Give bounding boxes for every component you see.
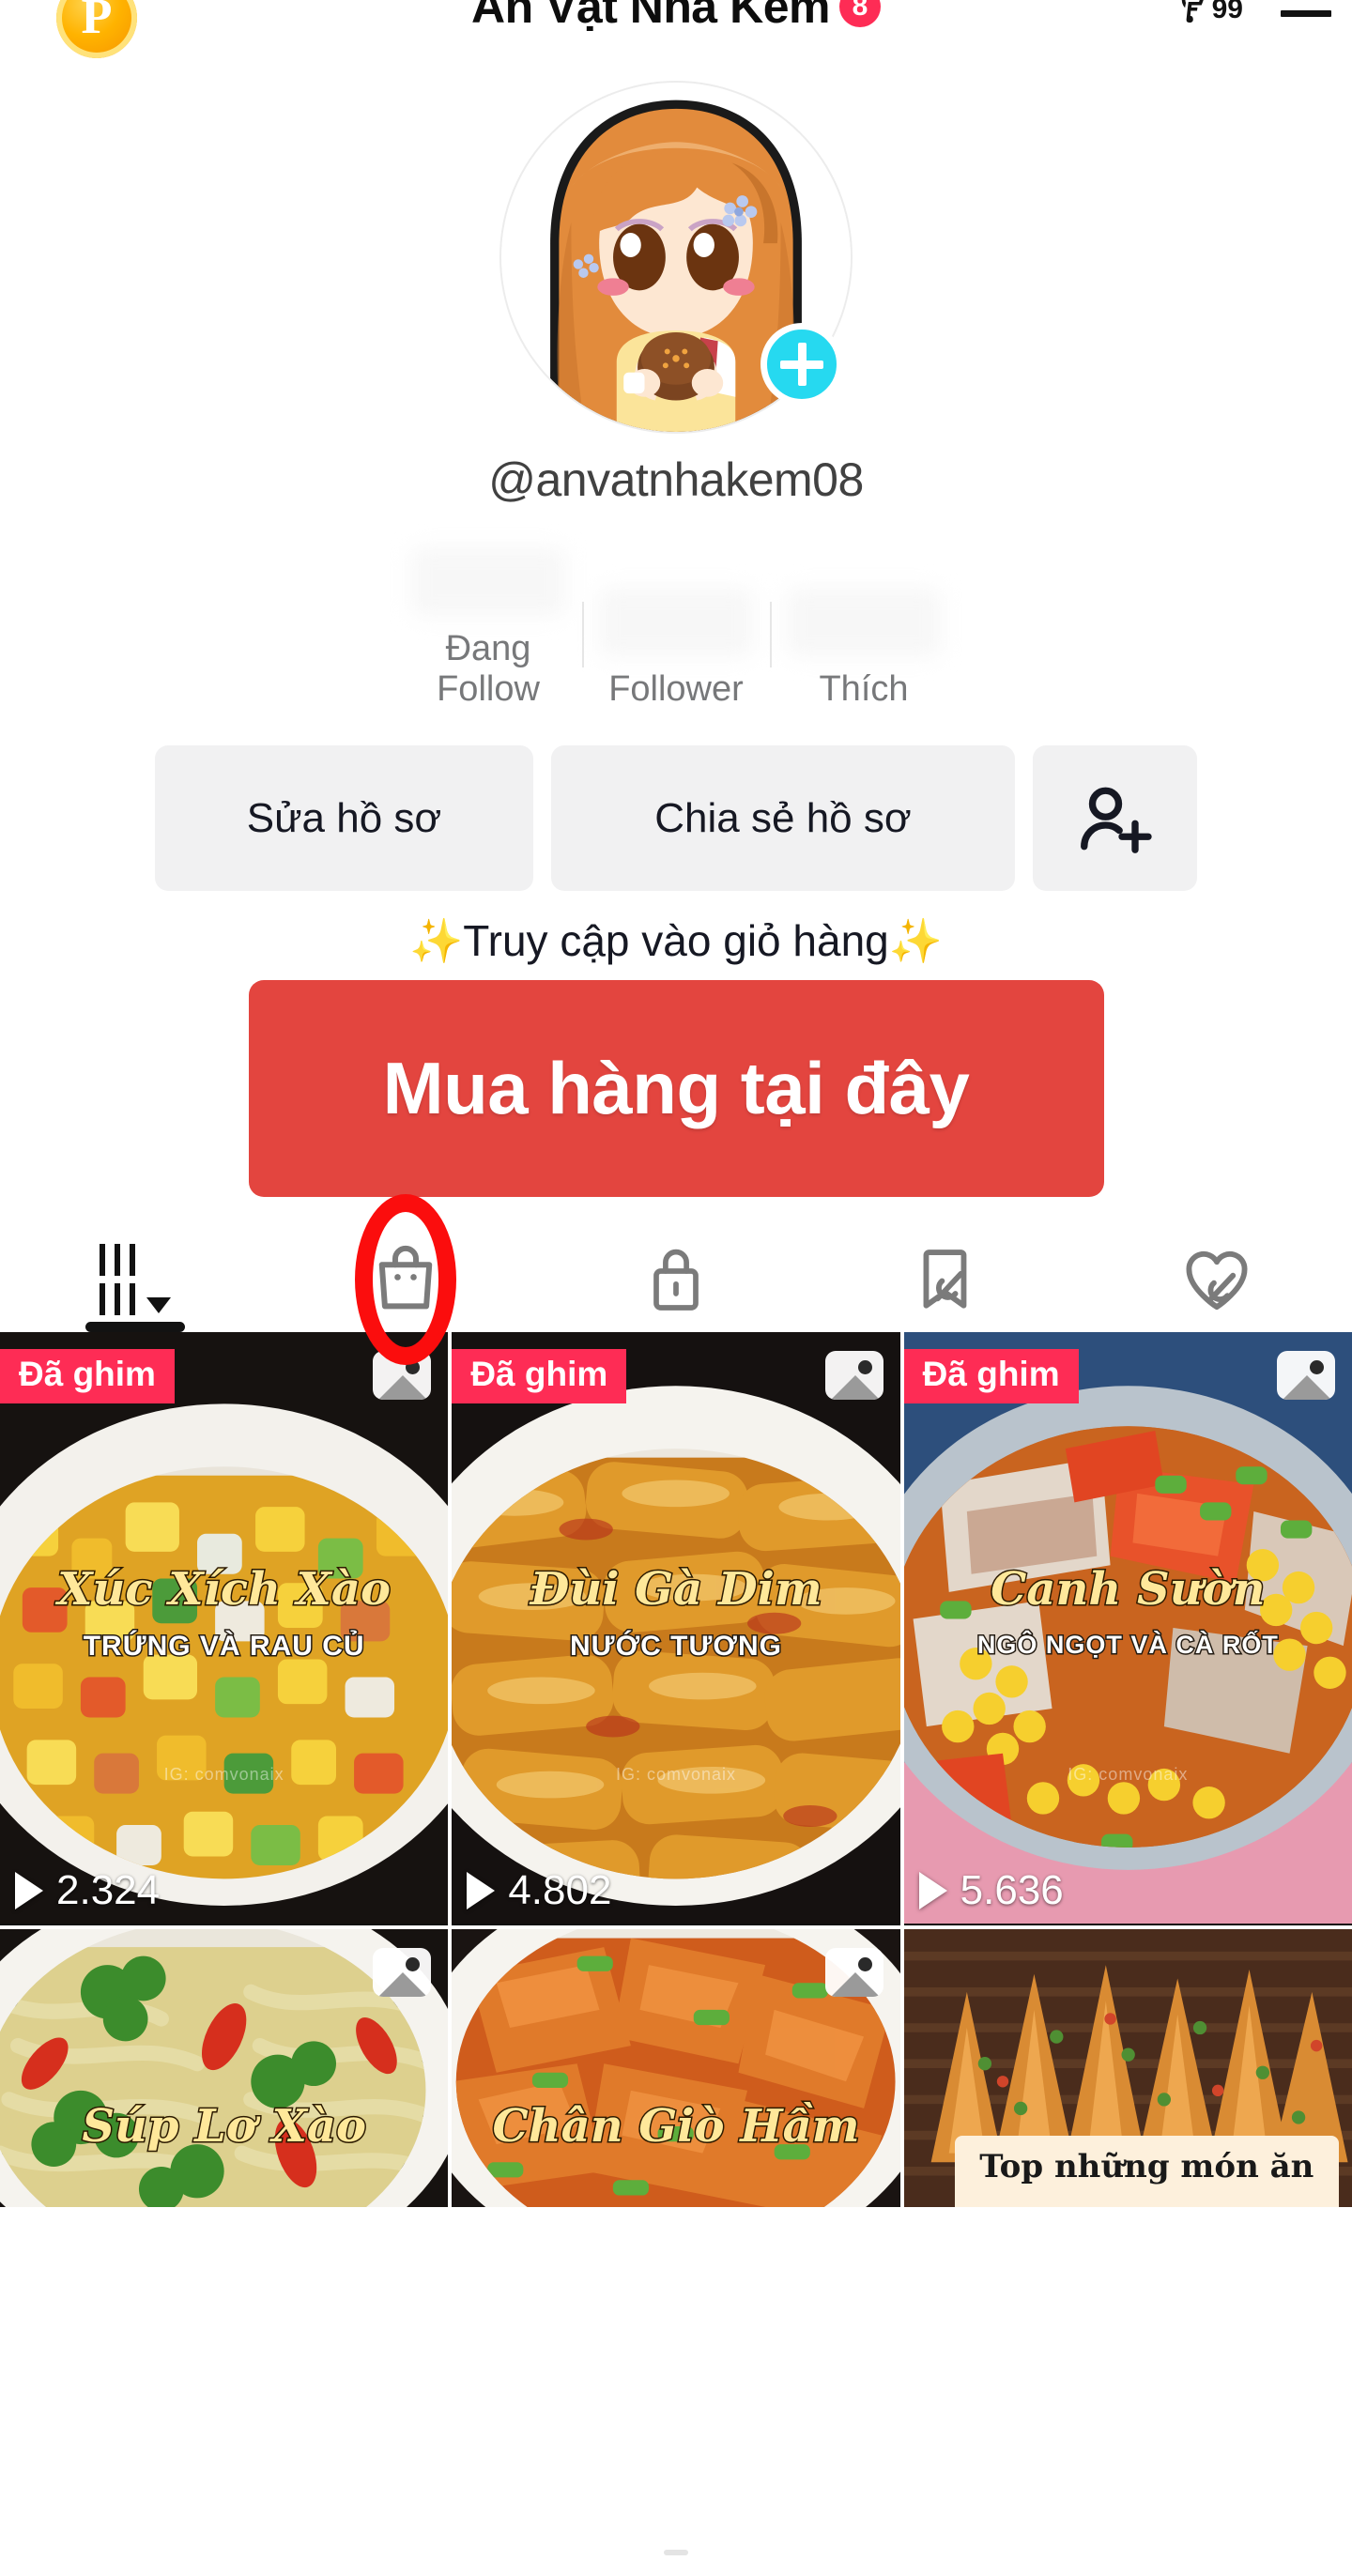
pinned-badge: Đã ghim <box>903 1349 1079 1403</box>
stat-following-value <box>411 548 565 616</box>
title-badge: 8 <box>838 0 881 27</box>
heart-off-icon <box>1186 1250 1248 1311</box>
stat-following[interactable]: Đang Follow <box>394 548 582 710</box>
multi-photo-icon <box>1277 1351 1335 1400</box>
profile-actions: Sửa hồ sơ Chia sẻ hồ sơ <box>0 745 1352 891</box>
stat-followers-label: Follower <box>608 669 744 709</box>
multi-photo-icon <box>824 1351 883 1400</box>
page-title: An Vật Nhà Kem <box>471 0 830 33</box>
multi-photo-icon <box>824 1948 883 1997</box>
stat-likes-label: Thích <box>819 669 909 709</box>
tab-active-underline <box>85 1322 185 1332</box>
thumbnail-watermark: IG: comvonaix <box>615 1765 737 1784</box>
profile-tabs <box>0 1194 1352 1365</box>
thumbnail-subtitle: NGÔ NGỌT VÀ CÀ RỐT <box>976 1630 1279 1661</box>
stat-following-label: Đang Follow <box>437 629 540 709</box>
video-view-count: 2.324 <box>15 1867 160 1914</box>
thumbnail-title: Chân Giò Hầm <box>491 2099 861 2154</box>
video-view-count: 5.636 <box>918 1867 1064 1914</box>
pinned-badge: Đã ghim <box>452 1349 627 1403</box>
view-count-value: 4.802 <box>508 1867 612 1913</box>
play-icon <box>467 1872 496 1909</box>
play-icon <box>15 1872 43 1909</box>
stat-likes[interactable]: Thích <box>770 589 958 710</box>
thumbnail-caption: Top những món ăn <box>954 2135 1339 2207</box>
thumbnail-image <box>452 1332 900 1924</box>
notification-button[interactable]: ♿ 99 <box>1175 0 1243 31</box>
thumbnail-title: Canh Sườn <box>990 1562 1267 1618</box>
lock-icon <box>653 1249 699 1311</box>
video-cell[interactable]: Chân Giò Hầm <box>452 1929 900 2207</box>
notification-count: 99 <box>1211 0 1243 24</box>
follow-plus-button[interactable] <box>760 323 843 406</box>
video-cell[interactable]: Súp Lơ Xào <box>0 1929 449 2207</box>
thumbnail-watermark: IG: comvonaix <box>163 1765 284 1784</box>
thumbnail-title: Xúc Xích Xào <box>56 1562 392 1618</box>
bio-text: Truy cập vào giỏ hàng <box>463 916 889 965</box>
view-count-value: 5.636 <box>960 1867 1064 1913</box>
thumbnail-subtitle: TRỨNG VÀ RAU CỦ <box>82 1630 365 1664</box>
video-cell[interactable]: Top những món ăn <box>903 1929 1352 2207</box>
hamburger-menu-icon[interactable] <box>1281 0 1331 17</box>
header-title-group: An Vật Nhà Kem 8 <box>0 0 1352 36</box>
profile-section: @anvatnhakem08 Đang Follow Follower Thíc… <box>0 58 1352 1197</box>
sparkle-right-icon: ✨ <box>888 916 944 965</box>
video-cell[interactable]: Đã ghim Canh Sườn NGÔ NGỌT VÀ CÀ RỐT IG:… <box>903 1332 1352 1925</box>
add-person-button[interactable] <box>1033 745 1197 891</box>
profile-handle: @anvatnhakem08 <box>488 453 864 506</box>
thumbnail-image <box>903 1332 1352 1924</box>
tiktok-profile-screen: P An Vật Nhà Kem 8 ♿ 99 @anvatnhakem08 Đ… <box>0 0 1352 2576</box>
bookmark-off-icon <box>923 1250 967 1309</box>
video-grid: Đã ghim Xúc Xích Xào TRỨNG VÀ RAU CỦ IG:… <box>0 1332 1352 2207</box>
chevron-down-icon[interactable] <box>146 1297 171 1313</box>
share-profile-button[interactable]: Chia sẻ hồ sơ <box>551 745 1015 891</box>
tab-liked[interactable] <box>1082 1229 1352 1330</box>
play-icon <box>918 1872 947 1909</box>
home-indicator <box>664 2550 688 2555</box>
stat-followers[interactable]: Follower <box>582 589 770 710</box>
tab-videos[interactable] <box>0 1229 270 1332</box>
tab-shop[interactable] <box>270 1194 541 1365</box>
bell-icon: ♿ <box>1175 0 1216 31</box>
thumbnail-title: Đùi Gà Dim <box>529 1562 823 1618</box>
thumbnail-watermark: IG: comvonaix <box>1068 1765 1189 1784</box>
multi-photo-icon <box>373 1351 432 1400</box>
video-cell[interactable]: Đã ghim Xúc Xích Xào TRỨNG VÀ RAU CỦ IG:… <box>0 1332 449 1925</box>
tab-private[interactable] <box>541 1229 811 1330</box>
video-cell[interactable]: Đã ghim Đùi Gà Dim NƯỚC TƯƠNG IG: comvon… <box>452 1332 900 1925</box>
shopping-bag-icon <box>378 1245 433 1310</box>
sparkle-left-icon: ✨ <box>408 916 464 965</box>
buy-now-cta-button[interactable]: Mua hàng tại đây <box>248 980 1104 1197</box>
thumbnail-subtitle: NƯỚC TƯƠNG <box>569 1630 783 1664</box>
profile-bio: ✨Truy cập vào giỏ hàng✨ <box>0 915 1352 967</box>
pinned-badge: Đã ghim <box>0 1349 175 1403</box>
grid-icon <box>100 1244 135 1315</box>
tab-saved[interactable] <box>811 1229 1082 1330</box>
add-person-icon <box>1080 787 1152 853</box>
app-header: P An Vật Nhà Kem 8 ♿ 99 <box>0 0 1352 58</box>
header-actions: ♿ 99 <box>1175 0 1331 34</box>
thumbnail-title: Súp Lơ Xào <box>81 2099 368 2154</box>
edit-profile-button[interactable]: Sửa hồ sơ <box>155 745 533 891</box>
stat-likes-value <box>787 589 941 656</box>
profile-stats: Đang Follow Follower Thích <box>0 548 1352 710</box>
multi-photo-icon <box>373 1948 432 1997</box>
avatar-wrap <box>501 83 851 432</box>
video-view-count: 4.802 <box>467 1867 611 1914</box>
buy-now-cta-label: Mua hàng tại đây <box>382 1047 970 1129</box>
thumbnail-image <box>0 1332 449 1924</box>
stat-followers-value <box>599 589 753 656</box>
view-count-value: 2.324 <box>56 1867 161 1913</box>
